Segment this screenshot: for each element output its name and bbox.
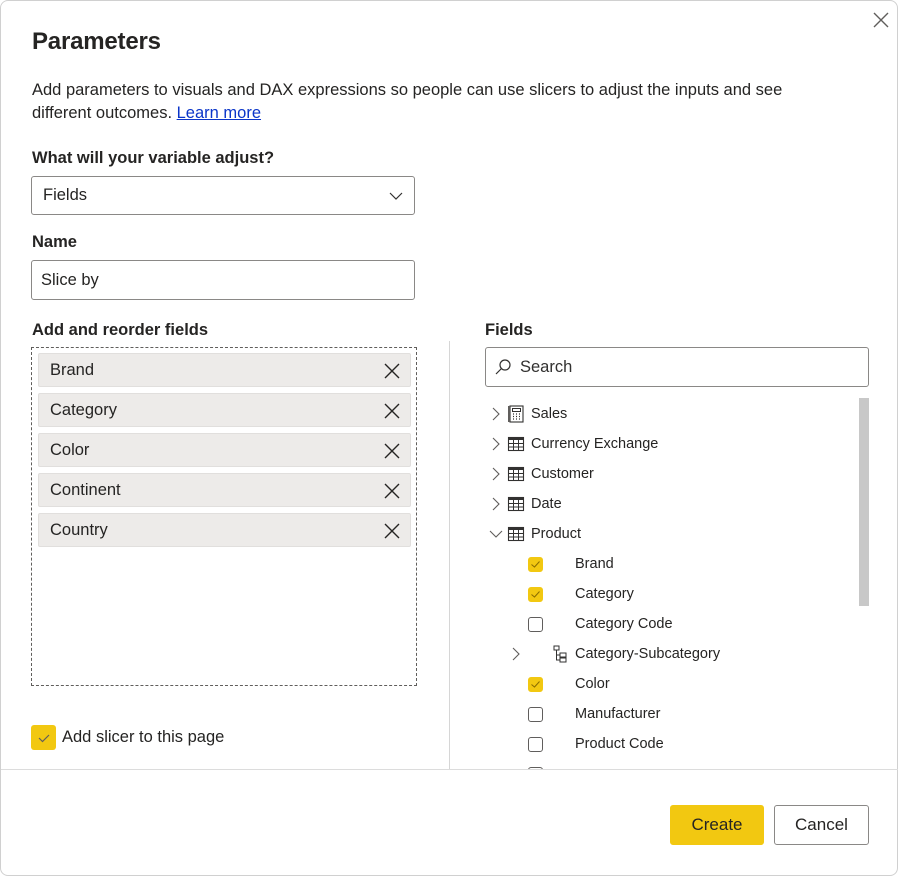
chevron-down-icon[interactable] [489,527,503,541]
chevron-right-icon[interactable] [509,647,523,661]
field-chip-label: Brand [50,360,95,379]
calculator-icon [508,405,524,423]
checkmark-icon [531,561,540,568]
tree-table-row[interactable]: Date [485,489,855,519]
tree-table-label: Date [531,496,562,512]
checkmark-icon [38,734,49,742]
create-button[interactable]: Create [670,805,764,845]
chevron-right-icon[interactable] [489,467,503,481]
tree-table-row[interactable]: Currency Exchange [485,429,855,459]
tree-field-row[interactable]: Brand [485,549,855,579]
checkmark-icon [531,681,540,688]
variable-dropdown[interactable]: Fields [31,176,415,215]
tree-table-label: Currency Exchange [531,436,659,452]
description-text: Add parameters to visuals and DAX expres… [32,81,783,122]
field-checkbox-checked[interactable] [528,557,543,572]
tree-hierarchy-row[interactable]: Category-Subcategory [485,639,855,669]
tree-field-label: Category [575,586,634,602]
tree-table-row[interactable]: Sales [485,399,855,429]
tree-field-row[interactable]: Product Code [485,729,855,759]
field-checkbox[interactable] [528,707,543,722]
tree-field-row-partial[interactable] [485,759,855,769]
cancel-button[interactable]: Cancel [774,805,869,845]
name-input-value: Slice by [41,270,99,289]
checkbox-checked [31,725,56,750]
close-icon [873,12,889,28]
remove-icon[interactable] [383,362,401,380]
field-chip-label: Color [50,440,90,459]
chevron-right-icon[interactable] [489,497,503,511]
tree-table-label: Product [531,526,581,542]
tree-field-row[interactable]: Category Code [485,609,855,639]
tree-field-label: Product Code [575,736,664,752]
tree-field-label: Manufacturer [575,706,661,722]
tree-table-label: Sales [531,406,568,422]
field-checkbox[interactable] [528,617,543,632]
field-chip-label: Continent [50,480,121,499]
tree-table-label: Customer [531,466,594,482]
tree-field-row[interactable]: Category [485,579,855,609]
fields-scrollbar[interactable] [859,398,869,606]
field-chip[interactable]: Color [38,433,411,467]
learn-more-link[interactable]: Learn more [177,104,261,122]
table-icon [507,436,525,452]
remove-icon[interactable] [383,522,401,540]
parameters-dialog: Parameters Add parameters to visuals and… [0,0,898,876]
field-chip[interactable]: Continent [38,473,411,507]
tree-table-row[interactable]: Product [485,519,855,549]
name-input[interactable]: Slice by [31,260,415,300]
chevron-right-icon[interactable] [489,437,503,451]
search-icon [495,359,511,375]
variable-label: What will your variable adjust? [32,149,275,167]
field-chip-label: Country [50,520,108,539]
field-checkbox[interactable] [528,737,543,752]
table-icon [507,526,525,542]
fields-label: Fields [485,321,533,339]
tree-field-label: Color [575,676,610,692]
chevron-down-icon [389,192,403,200]
add-slicer-label: Add slicer to this page [62,728,225,746]
add-slicer-checkbox[interactable]: Add slicer to this page [31,725,224,750]
checkmark-icon [531,591,540,598]
remove-icon[interactable] [383,402,401,420]
chevron-right-icon[interactable] [489,407,503,421]
column-divider [449,341,450,769]
footer-divider [1,769,898,770]
variable-selected-value: Fields [43,186,88,204]
search-placeholder: Search [520,357,573,376]
fields-tree: Sales Currency Exchange Customer Date Pr… [485,399,855,769]
name-label: Name [32,233,77,251]
field-chip-label: Category [50,400,117,419]
fields-search-input[interactable]: Search [485,347,869,387]
tree-field-row[interactable]: Manufacturer [485,699,855,729]
tree-hierarchy-label: Category-Subcategory [575,646,721,662]
field-chip[interactable]: Category [38,393,411,427]
reorder-label: Add and reorder fields [32,321,209,339]
dialog-description: Add parameters to visuals and DAX expres… [32,79,832,125]
field-checkbox-checked[interactable] [528,587,543,602]
dialog-title: Parameters [32,28,161,55]
tree-field-label: Category Code [575,616,673,632]
field-chip[interactable]: Brand [38,353,411,387]
remove-icon[interactable] [383,482,401,500]
field-checkbox-checked[interactable] [528,677,543,692]
hierarchy-icon [553,645,567,663]
tree-table-row[interactable]: Customer [485,459,855,489]
table-icon [507,466,525,482]
close-button[interactable] [870,9,892,31]
remove-icon[interactable] [383,442,401,460]
field-chip[interactable]: Country [38,513,411,547]
table-icon [507,496,525,512]
tree-field-label: Brand [575,556,614,572]
tree-field-row[interactable]: Color [485,669,855,699]
reorder-fields-dropzone[interactable]: Brand Category Color Continent Country [31,347,417,686]
